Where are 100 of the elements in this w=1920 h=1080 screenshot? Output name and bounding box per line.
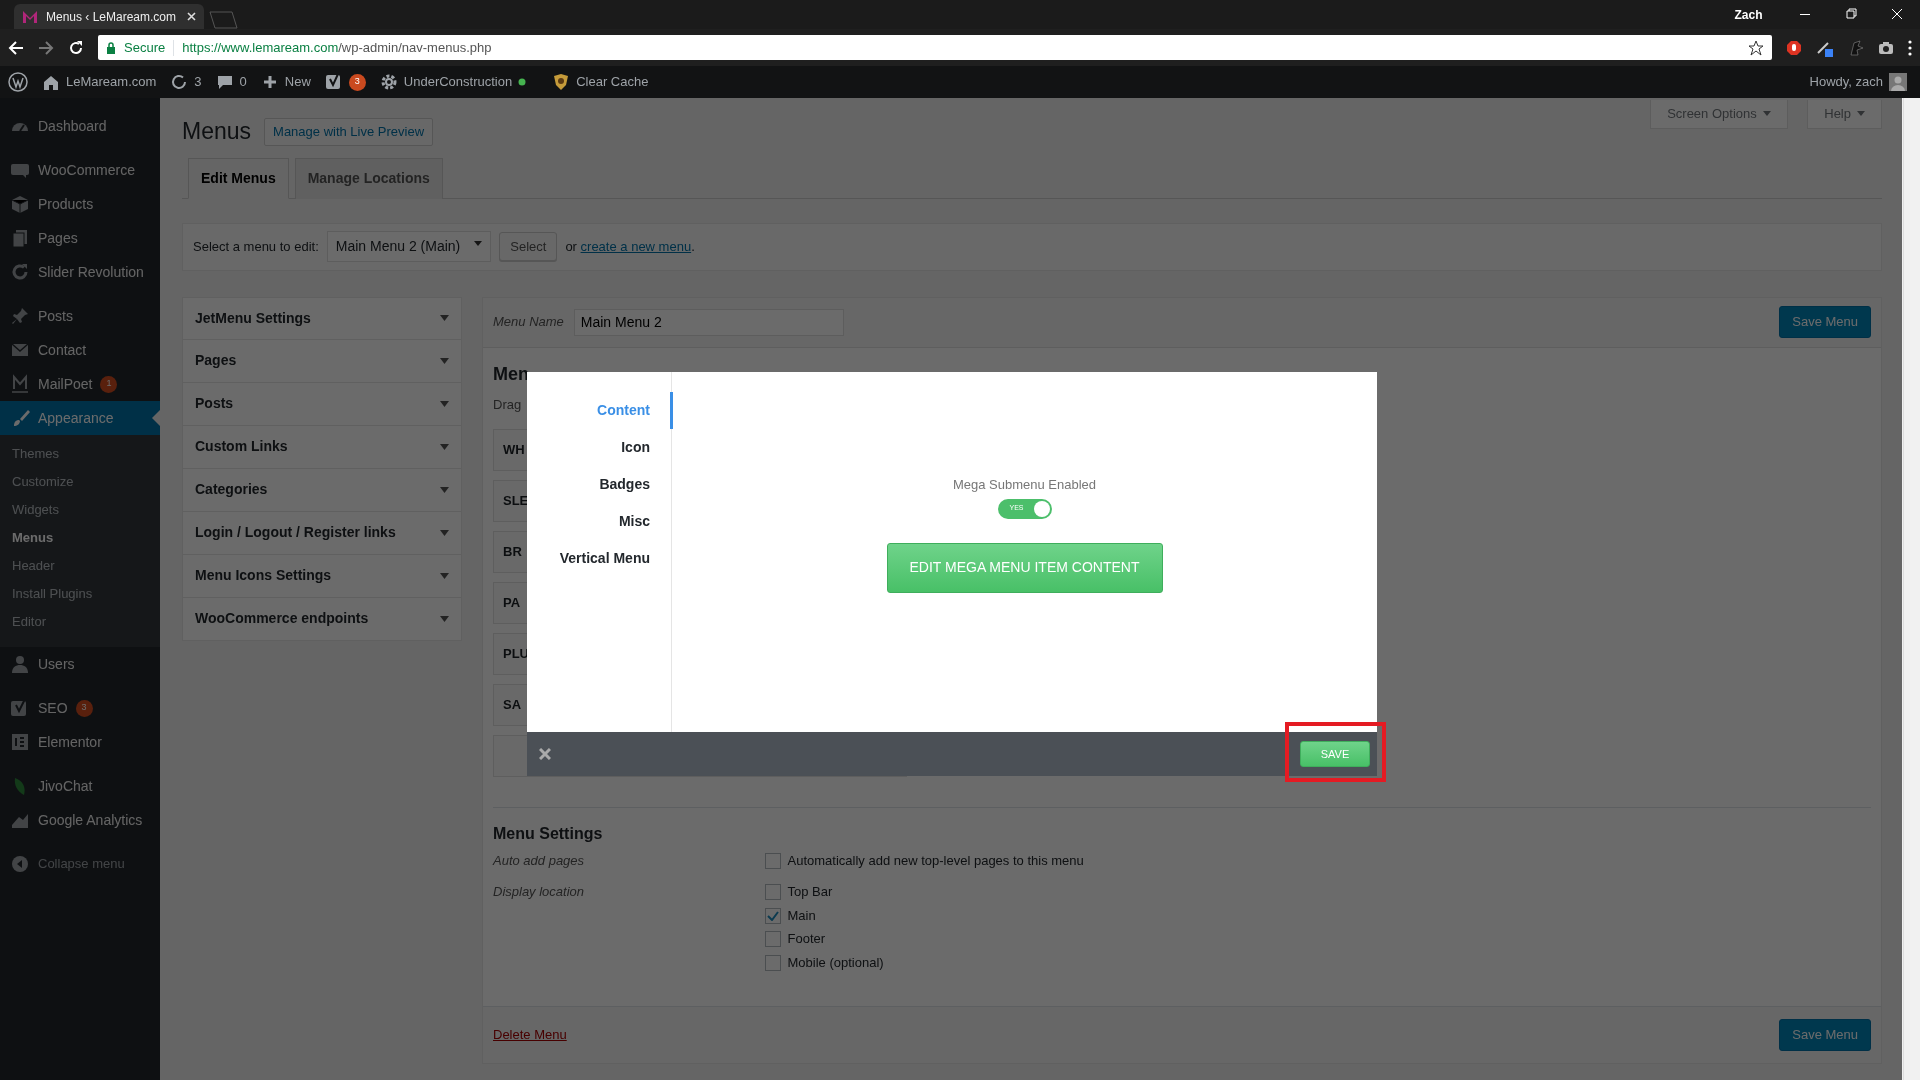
select-button[interactable]: Select — [499, 231, 558, 262]
live-preview-button[interactable]: Manage with Live Preview — [264, 118, 434, 146]
gear-icon[interactable] — [379, 73, 398, 91]
notification-badge: 3 — [348, 73, 366, 91]
menu-dropdown[interactable]: Main Menu 2 (Main) — [326, 231, 492, 263]
logo-icon[interactable] — [324, 73, 343, 91]
camera-icon[interactable] — [1878, 40, 1894, 55]
instruction-text: Drag — [493, 396, 522, 415]
comment-icon[interactable] — [215, 73, 234, 91]
page-title: Menus — [182, 118, 252, 146]
accordion-label: Pages — [195, 351, 238, 371]
greeting-text[interactable]: Howdy, zach — [1809, 72, 1883, 92]
accordion-item[interactable]: Categories — [182, 468, 462, 512]
site-link[interactable]: LeMaream.com — [66, 72, 157, 92]
modal-tab[interactable]: Icon — [527, 429, 673, 466]
accordion-label: Menu Icons Settings — [195, 566, 333, 586]
caret-icon — [1762, 110, 1771, 117]
accordion-label: WooCommerce endpoints — [195, 609, 370, 629]
setting-label: Display location — [493, 883, 586, 902]
forward-icon[interactable] — [38, 39, 54, 56]
modal-tab[interactable]: Misc — [527, 503, 673, 540]
pages-icon — [10, 228, 30, 248]
comment-count[interactable]: 0 — [239, 72, 247, 92]
sidebar-item[interactable]: Elementor — [0, 725, 160, 759]
accordion-item[interactable]: Pages — [182, 339, 462, 383]
checkbox[interactable] — [765, 954, 781, 971]
checkbox[interactable] — [765, 907, 781, 924]
sidebar-item[interactable]: MailPoet 1 — [0, 367, 160, 401]
menu-name-field[interactable]: Main Menu 2 — [573, 308, 844, 336]
sidebar-item[interactable]: Pages — [0, 221, 160, 255]
caret-icon — [440, 529, 449, 536]
sidebar-item[interactable]: Google Analytics — [0, 803, 160, 837]
secure-label: Secure — [124, 38, 166, 57]
update-count[interactable]: 3 — [194, 72, 202, 92]
address-field[interactable]: Secure https://www.lemaream.com/wp-admin/nav-menus.php — [98, 35, 1772, 60]
sidebar-item[interactable]: Contact — [0, 333, 160, 367]
save-menu-button[interactable]: Save Menu — [1779, 1019, 1871, 1051]
sidebar-item[interactable]: Users — [0, 647, 160, 681]
sidebar-item[interactable]: Posts — [0, 299, 160, 333]
accordion-item[interactable]: Login / Logout / Register links — [182, 511, 462, 555]
accordion-item[interactable]: JetMenu Settings — [182, 296, 462, 340]
section-heading: Menu Settings — [493, 823, 604, 843]
sidebar-item[interactable]: Dashboard — [0, 109, 160, 143]
sidebar-item[interactable]: SEO 3 — [0, 691, 160, 725]
sidebar-item[interactable]: Products — [0, 187, 160, 221]
new-link[interactable]: New — [284, 72, 311, 92]
clear-cache-link[interactable]: Clear Cache — [576, 72, 649, 92]
wordpress-logo-icon[interactable] — [8, 72, 28, 92]
nav-tab[interactable]: Edit Menus — [188, 157, 289, 199]
logo-icon — [22, 9, 38, 24]
modal-tab[interactable]: Badges — [527, 466, 673, 503]
cube-icon — [10, 194, 30, 214]
accordion-item[interactable]: WooCommerce endpoints — [182, 597, 462, 641]
stop-sign-icon[interactable] — [1786, 39, 1802, 56]
more-icon[interactable] — [1908, 39, 1912, 56]
submenu-item[interactable]: Menus — [0, 524, 160, 552]
select-label: Select a menu to edit: — [193, 237, 319, 256]
save-button[interactable]: SAVE — [1300, 741, 1370, 767]
accordion-label: Posts — [195, 394, 235, 414]
menu-name-label: Menu Name — [493, 313, 564, 332]
caret-icon — [440, 486, 449, 493]
star-icon[interactable] — [1748, 39, 1764, 56]
nav-tab[interactable]: Manage Locations — [294, 157, 443, 199]
accordion-item[interactable]: Posts — [182, 382, 462, 426]
home-icon[interactable] — [42, 73, 60, 91]
modal-tab[interactable]: Vertical Menu — [527, 540, 673, 577]
modal-tab[interactable]: Content — [527, 392, 673, 429]
edit-content-button[interactable]: EDIT MEGA MENU ITEM CONTENT — [886, 542, 1163, 593]
refresh-icon[interactable] — [170, 73, 189, 91]
browser-tab[interactable]: Menus ‹ LeMaream.com — [14, 4, 204, 29]
screen-meta-tab[interactable]: Help — [1807, 100, 1882, 129]
pin-icon — [10, 306, 30, 326]
caret-icon — [474, 241, 483, 248]
checkbox[interactable] — [765, 931, 781, 948]
delete-menu-link[interactable]: Delete Menu — [493, 1025, 567, 1045]
accordion-label: Login / Logout / Register links — [195, 523, 397, 543]
screen-meta-tab[interactable]: Screen Options — [1650, 100, 1788, 129]
back-icon[interactable] — [8, 39, 24, 56]
accordion-item[interactable]: Custom Links — [182, 425, 462, 469]
sidebar-item[interactable]: WooCommerce — [0, 153, 160, 187]
checkbox[interactable] — [765, 884, 781, 901]
profile-name[interactable]: Zach — [1734, 5, 1763, 24]
checkbox-label: Mobile (optional) — [787, 953, 884, 972]
reload-icon[interactable] — [68, 39, 84, 56]
accordion-label: JetMenu Settings — [195, 308, 312, 328]
logo-icon — [10, 374, 30, 394]
status-dot-icon — [518, 78, 527, 86]
checkbox[interactable] — [765, 852, 781, 869]
checkbox-label: Top Bar — [787, 883, 833, 902]
badge-icon[interactable] — [552, 73, 571, 91]
setting-label: Auto add pages — [493, 851, 586, 870]
maintenance-link[interactable]: UnderConstruction — [403, 72, 513, 92]
accordion-item[interactable]: Menu Icons Settings — [182, 554, 462, 598]
logo-icon — [10, 732, 30, 752]
sidebar-item[interactable]: JivoChat — [0, 769, 160, 803]
create-menu-text: or create a new menu. — [565, 237, 695, 256]
user-icon — [10, 654, 30, 674]
sidebar-item[interactable]: Slider Revolution — [0, 255, 160, 289]
sidebar-item[interactable]: Appearance — [0, 401, 160, 435]
save-menu-button[interactable]: Save Menu — [1779, 306, 1871, 338]
